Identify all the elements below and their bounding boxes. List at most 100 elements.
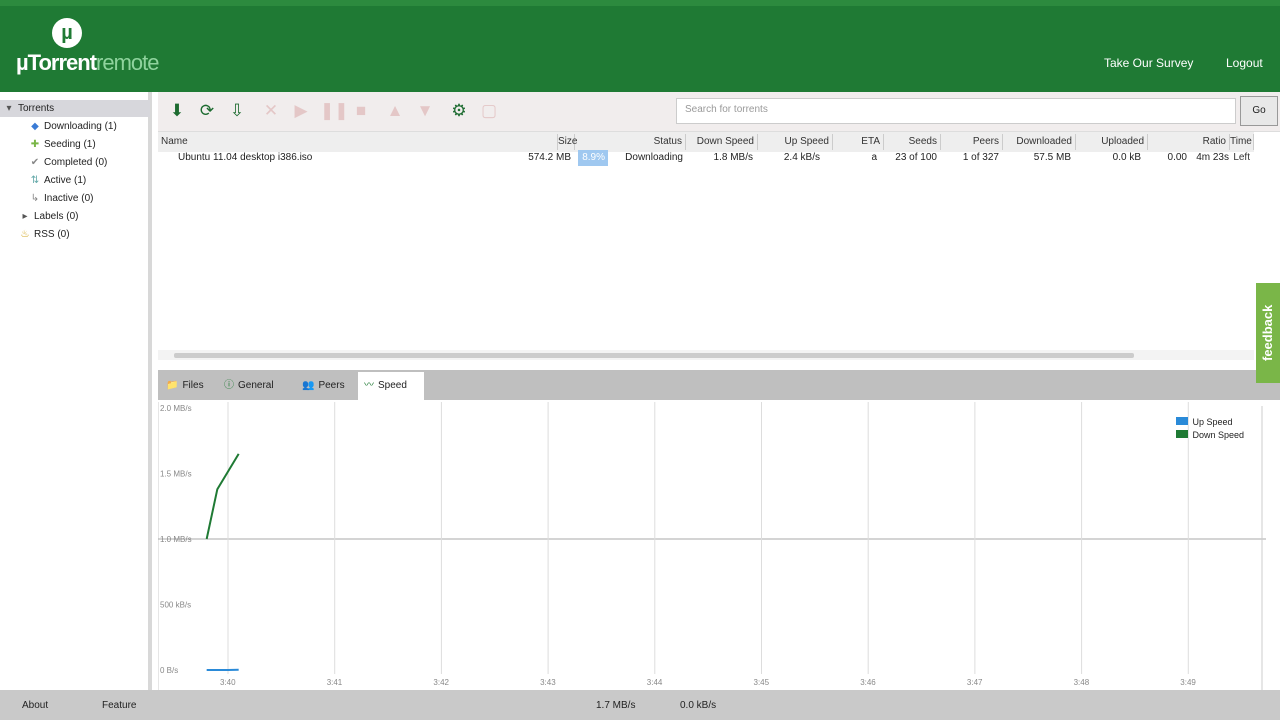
add-torrent-icon[interactable]: ⬇ (166, 100, 188, 122)
cell-uploaded: 0.0 kB (1112, 152, 1141, 163)
search-button[interactable]: Go (1240, 96, 1278, 126)
y-tick-label: 2.0 MB/s (160, 404, 192, 413)
cell-downloaded: 57.5 MB (1033, 152, 1071, 163)
series-line-down-speed (205, 453, 240, 540)
survey-link[interactable]: Take Our Survey (1104, 56, 1193, 70)
logo: µTorrentremote (16, 50, 160, 76)
torrent-table: Name Size Status Down Speed Up Speed ETA Seeds… (158, 132, 1254, 352)
legend-swatch (1176, 417, 1189, 425)
x-tick-label: 3:41 (327, 678, 343, 687)
sidebar-item-label: Active (1) (44, 175, 87, 186)
cell-status: Downloading (625, 152, 683, 163)
settings-gear-icon[interactable]: ⚙ (448, 100, 470, 122)
info-icon: ⓘ (224, 380, 234, 391)
cell-eta2: a (871, 152, 877, 163)
label-icon: ▸ (22, 211, 28, 222)
cell-up: 2.4 kB/s (783, 152, 820, 163)
tab-general[interactable]: ⓘ General (218, 372, 294, 400)
active-icon: ⇅ (30, 175, 40, 186)
search-input[interactable]: Search for torrents (676, 98, 1236, 124)
pause-icon[interactable]: ❚❚ (320, 100, 349, 122)
sidebar-item-label: Downloading (1) (44, 121, 117, 132)
x-tick-label: 3:40 (220, 678, 236, 687)
sidebar-item-label: Seeding (1) (44, 139, 96, 150)
stop-icon[interactable]: ■ (350, 100, 372, 122)
download-icon: ◆ (31, 121, 39, 132)
detail-tabs: 📁 Files ⓘ General 👥 Peers 〰 Speed (158, 370, 1280, 400)
legend-item: Down Speed (1176, 429, 1244, 442)
sidebar-item-torrents[interactable]: ▾ Torrents (0, 100, 150, 117)
cell-name: Ubuntu 11.04 desktop i386.iso (178, 152, 313, 163)
y-tick-label: 1.5 MB/s (160, 470, 192, 479)
tab-peers[interactable]: 👥 Peers (296, 372, 356, 400)
sidebar-item-label: Labels (0) (34, 211, 79, 222)
tab-label: Files (182, 380, 204, 391)
sidebar-item-label: Completed (0) (44, 157, 108, 168)
remove-icon[interactable]: ✕ (260, 100, 282, 122)
x-tick-label: 3:48 (1074, 678, 1090, 687)
sidebar-item-inactive[interactable]: ↳ Inactive (0) (0, 190, 150, 207)
x-tick-label: 3:46 (860, 678, 876, 687)
x-tick-label: 3:45 (754, 678, 770, 687)
peers-icon: 👥 (302, 380, 315, 391)
x-tick-label: 3:47 (967, 678, 983, 687)
chart-legend: Up Speed Down Speed (1176, 416, 1244, 442)
legend-label: Down Speed (1192, 430, 1244, 440)
legend-swatch (1176, 430, 1189, 438)
graph-icon: 〰 (364, 380, 374, 391)
cell-ratio: 0.00 (1167, 152, 1187, 163)
sidebar-item-label[interactable]: ▸ Labels (0) (0, 208, 150, 225)
legend-item: Up Speed (1176, 416, 1244, 429)
cell-peers: 1 of 327 (962, 152, 999, 163)
cell-progress: 8.9% (578, 150, 608, 166)
status-bar: About Feature 1.7 MB/s 0.0 kB/s (0, 690, 1280, 720)
sidebar-item-check[interactable]: ✔ Completed (0) (0, 154, 150, 171)
tab-label: Speed (378, 380, 407, 391)
sidebar: ▾ Torrents ◆ Downloading (1) ✚ Seeding (1) ✔ Co… (0, 92, 152, 690)
header: µ µTorrentremote Take Our Survey Logout (0, 0, 1280, 92)
x-tick-label: 3:43 (540, 678, 556, 687)
x-tick-label: 3:44 (647, 678, 663, 687)
rss-icon: ♨ (20, 229, 30, 240)
tab-files[interactable]: 📁 Files (160, 372, 216, 400)
sidebar-item-download[interactable]: ◆ Downloading (1) (0, 118, 150, 135)
sidebar-item-active[interactable]: ⇅ Active (1) (0, 172, 150, 189)
sidebar-item-seed[interactable]: ✚ Seeding (1) (0, 136, 150, 153)
x-tick-label: 3:42 (433, 678, 449, 687)
feedback-tab[interactable]: feedback (1256, 283, 1280, 383)
window-icon[interactable]: ▢ (478, 100, 500, 122)
x-tick-label: 3:49 (1180, 678, 1196, 687)
about-link[interactable]: About (22, 700, 48, 711)
y-tick-label: 500 kB/s (160, 601, 191, 610)
torrents-icon: ▾ (6, 103, 12, 114)
speed-chart-svg: 2.0 MB/s 1.5 MB/s 1.0 MB/s 500 kB/s 0 B/s 3:4… (157, 402, 1266, 690)
move-up-icon[interactable]: ▲ (384, 100, 406, 122)
tab-label: Peers (318, 380, 345, 391)
check-icon: ✔ (30, 157, 40, 168)
feature-link[interactable]: Feature (102, 700, 136, 711)
horizontal-scrollbar[interactable] (158, 350, 1254, 360)
table-row[interactable]: Ubuntu 11.04 desktop i386.iso 574.2 MB 8.9… (158, 132, 1254, 168)
inactive-icon: ↳ (30, 193, 40, 204)
cell-time: 4m 23s (1196, 152, 1229, 163)
tab-speed[interactable]: 〰 Speed (358, 372, 424, 400)
create-torrent-icon[interactable]: ⇩ (226, 100, 248, 122)
tab-label: General (238, 380, 274, 391)
add-url-icon[interactable]: ⟳ (196, 100, 218, 122)
seed-icon: ✚ (30, 139, 40, 150)
logo-sub: remote (96, 50, 159, 75)
move-down-icon[interactable]: ▼ (414, 100, 436, 122)
legend-label: Up Speed (1192, 417, 1233, 427)
folder-icon: 📁 (166, 380, 179, 391)
y-tick-label: 1.0 MB/s (160, 535, 192, 544)
cell-down: 1.8 MB/s (713, 152, 753, 163)
utorrent-logo-icon: µ (52, 18, 82, 48)
y-tick-label: 0 B/s (160, 666, 178, 675)
start-icon[interactable]: ▶ (290, 100, 312, 122)
logout-link[interactable]: Logout (1226, 56, 1263, 70)
cell-size: 574.2 MB (528, 152, 571, 163)
sidebar-item-rss[interactable]: ♨ RSS (0) (0, 226, 150, 243)
sidebar-item-label: Inactive (0) (44, 193, 94, 204)
download-speed-status: 1.7 MB/s (596, 700, 636, 711)
upload-speed-status: 0.0 kB/s (680, 700, 717, 711)
